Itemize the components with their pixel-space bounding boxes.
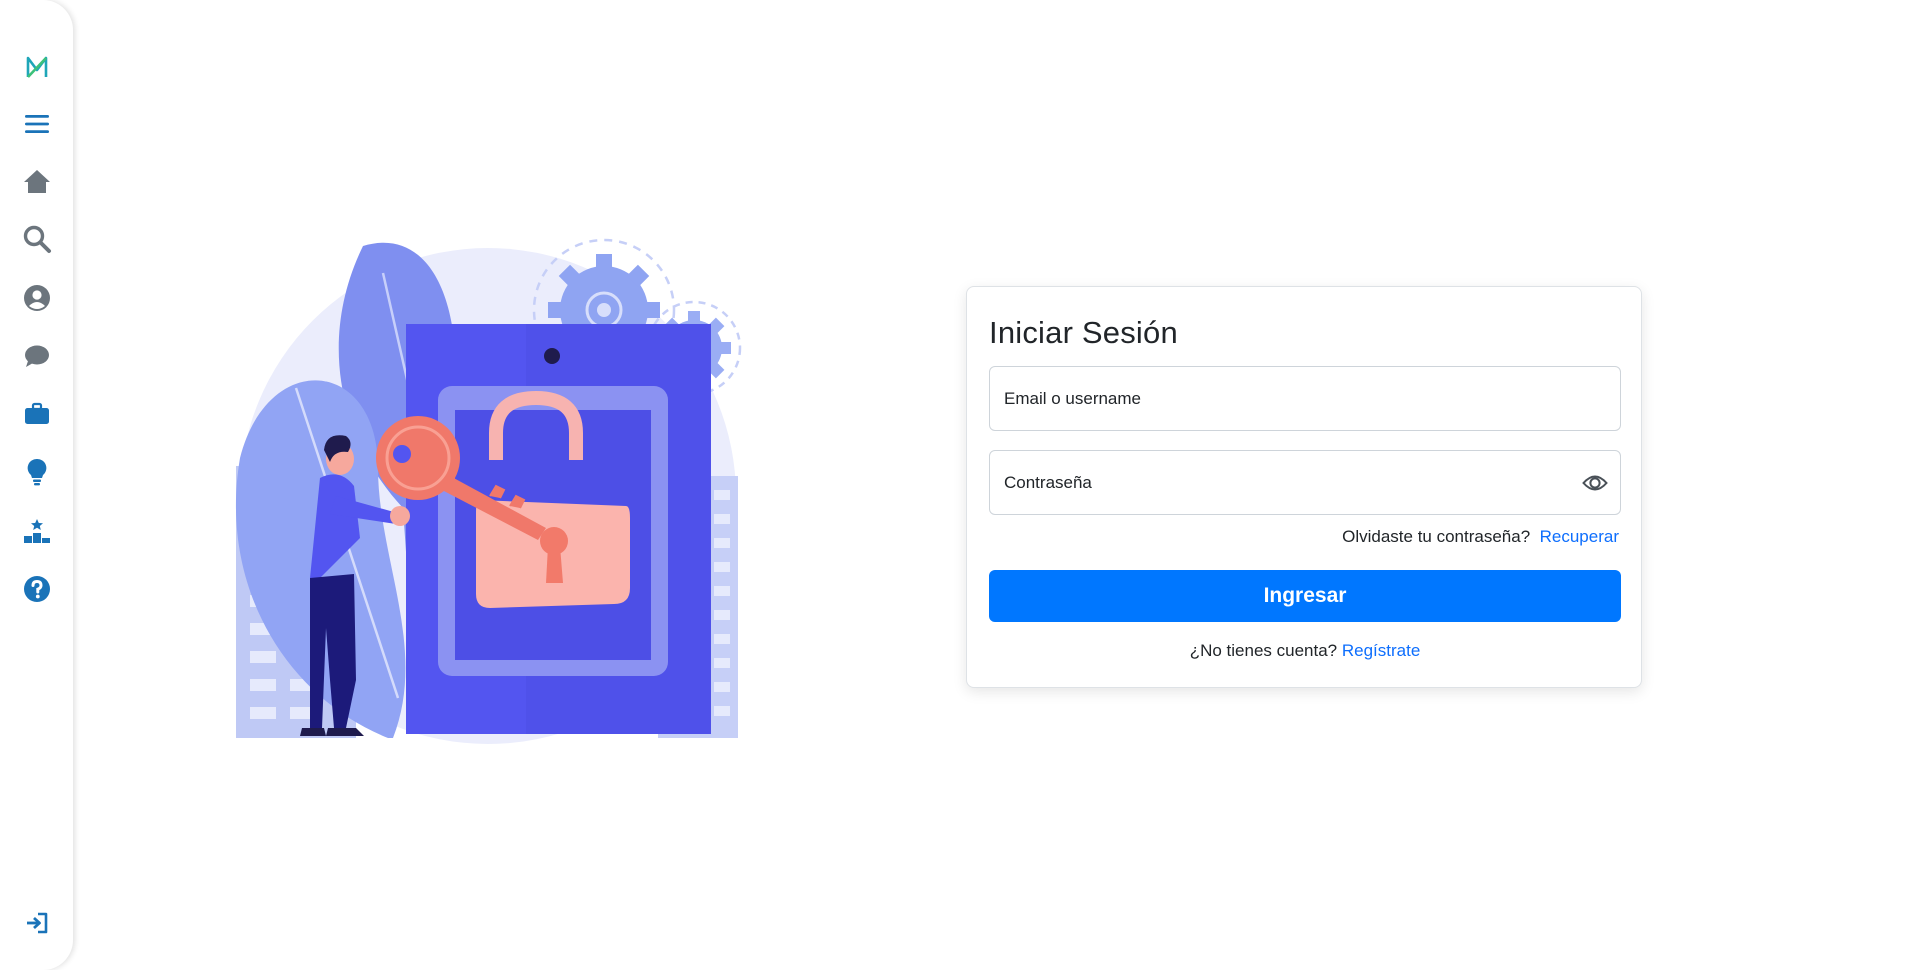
submit-button[interactable]: Ingresar	[989, 570, 1621, 622]
password-field[interactable]	[989, 450, 1621, 515]
eye-icon[interactable]	[1582, 471, 1608, 495]
register-text: ¿No tienes cuenta?	[1189, 641, 1338, 660]
login-card: Iniciar Sesión Olvidaste tu contraseña? …	[966, 286, 1642, 688]
register-link[interactable]: Regístrate	[1342, 641, 1420, 660]
login-illustration	[228, 228, 748, 748]
page-title: Iniciar Sesión	[989, 315, 1178, 350]
lightbulb-icon[interactable]	[20, 455, 54, 489]
logo-icon[interactable]	[20, 50, 54, 84]
menu-icon[interactable]	[20, 107, 54, 141]
email-input[interactable]	[1004, 367, 1620, 430]
home-icon[interactable]	[20, 164, 54, 198]
email-field[interactable]	[989, 366, 1621, 431]
forgot-password: Olvidaste tu contraseña? Recuperar	[1342, 527, 1619, 547]
recover-link[interactable]: Recuperar	[1540, 527, 1619, 546]
forgot-password-text: Olvidaste tu contraseña?	[1342, 527, 1531, 546]
chat-icon[interactable]	[20, 339, 54, 373]
help-icon[interactable]	[20, 572, 54, 606]
briefcase-icon[interactable]	[20, 397, 54, 431]
register-prompt: ¿No tienes cuenta? Regístrate	[967, 641, 1643, 661]
search-icon[interactable]	[20, 222, 54, 256]
sidebar	[0, 0, 73, 970]
password-input[interactable]	[1004, 451, 1620, 514]
login-icon[interactable]	[20, 906, 54, 940]
user-icon[interactable]	[20, 281, 54, 315]
ranking-icon[interactable]	[20, 514, 54, 548]
